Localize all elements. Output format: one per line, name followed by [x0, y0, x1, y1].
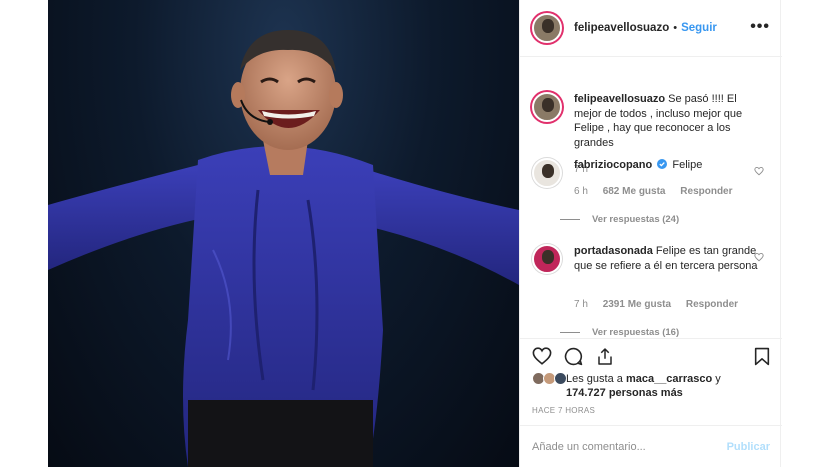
action-bar — [520, 338, 782, 372]
comment-time: 7 h — [574, 299, 588, 310]
header-separator: • — [673, 22, 678, 34]
performer-image — [48, 30, 519, 467]
more-options-icon[interactable]: ••• — [750, 18, 770, 36]
comment-likes[interactable]: 2391 Me gusta — [603, 299, 671, 310]
bookmark-icon[interactable] — [754, 347, 770, 366]
reply-button[interactable]: Responder — [686, 299, 738, 310]
comment-like-icon[interactable] — [754, 252, 764, 262]
likes-connector: y — [715, 373, 721, 385]
liker-username[interactable]: maca__carrasco — [626, 373, 712, 385]
post-photo[interactable] — [48, 0, 519, 467]
post-header: felipeavellosuazo • Seguir ••• — [520, 0, 782, 57]
verified-badge-icon — [657, 159, 668, 169]
likes-count[interactable]: 174.727 personas más — [566, 387, 683, 399]
view-replies-label: Ver respuestas (24) — [592, 214, 680, 225]
post-detail-panel: felipeavellosuazo • Seguir ••• felipeave… — [519, 0, 782, 467]
comment-meta: 6 h 682 Me gusta Responder — [574, 186, 745, 197]
comment-likes[interactable]: 682 Me gusta — [603, 186, 666, 197]
caption-avatar[interactable] — [532, 92, 562, 122]
comment-avatar[interactable] — [532, 244, 562, 274]
comment-input[interactable]: Añade un comentario... — [532, 441, 727, 453]
comment-meta: 7 h 2391 Me gusta Responder — [574, 299, 750, 310]
heart-icon[interactable] — [532, 347, 552, 365]
comment-username[interactable]: portadasonada — [574, 245, 653, 257]
view-replies-button[interactable]: Ver respuestas (16) — [560, 327, 679, 338]
comment-item: fabriziocopano Felipe 6 h 682 Me gusta R… — [532, 158, 772, 228]
comments-list[interactable]: felipeavellosuazo Se pasó !!!! El mejor … — [520, 58, 782, 338]
view-replies-button[interactable]: Ver respuestas (24) — [560, 214, 679, 225]
post-timestamp[interactable]: HACE 7 HORAS — [532, 406, 595, 415]
replies-divider — [560, 218, 580, 220]
comment-text: Felipe — [672, 159, 703, 171]
likes-summary: Les gusta a maca__carrasco y 174.727 per… — [532, 370, 772, 404]
likes-prefix: Les gusta a — [566, 373, 623, 385]
add-comment-bar: Añade un comentario... Publicar — [520, 425, 782, 467]
comment-like-icon[interactable] — [754, 166, 764, 176]
replies-divider — [560, 331, 580, 333]
share-icon[interactable] — [596, 347, 614, 366]
comment-avatar[interactable] — [532, 158, 562, 188]
author-username[interactable]: felipeavellosuazo — [574, 22, 669, 34]
likes-text: Les gusta a maca__carrasco y 174.727 per… — [566, 372, 756, 400]
comment-icon[interactable] — [564, 347, 583, 366]
caption: felipeavellosuazo Se pasó !!!! El mejor … — [532, 92, 772, 175]
view-replies-label: Ver respuestas (16) — [592, 327, 680, 338]
publish-button[interactable]: Publicar — [727, 441, 770, 453]
reply-button[interactable]: Responder — [680, 186, 732, 197]
comment-body: fabriziocopano Felipe — [574, 158, 764, 173]
caption-username[interactable]: felipeavellosuazo — [574, 93, 665, 105]
comment-time: 6 h — [574, 186, 588, 197]
comment-username[interactable]: fabriziocopano — [574, 159, 652, 171]
comment-item: portadasonada Felipe es tan grande que s… — [532, 244, 772, 338]
author-avatar[interactable] — [532, 13, 562, 43]
caption-body: felipeavellosuazo Se pasó !!!! El mejor … — [574, 92, 764, 150]
comment-body: portadasonada Felipe es tan grande que s… — [574, 244, 764, 273]
follow-button[interactable]: Seguir — [681, 22, 717, 34]
